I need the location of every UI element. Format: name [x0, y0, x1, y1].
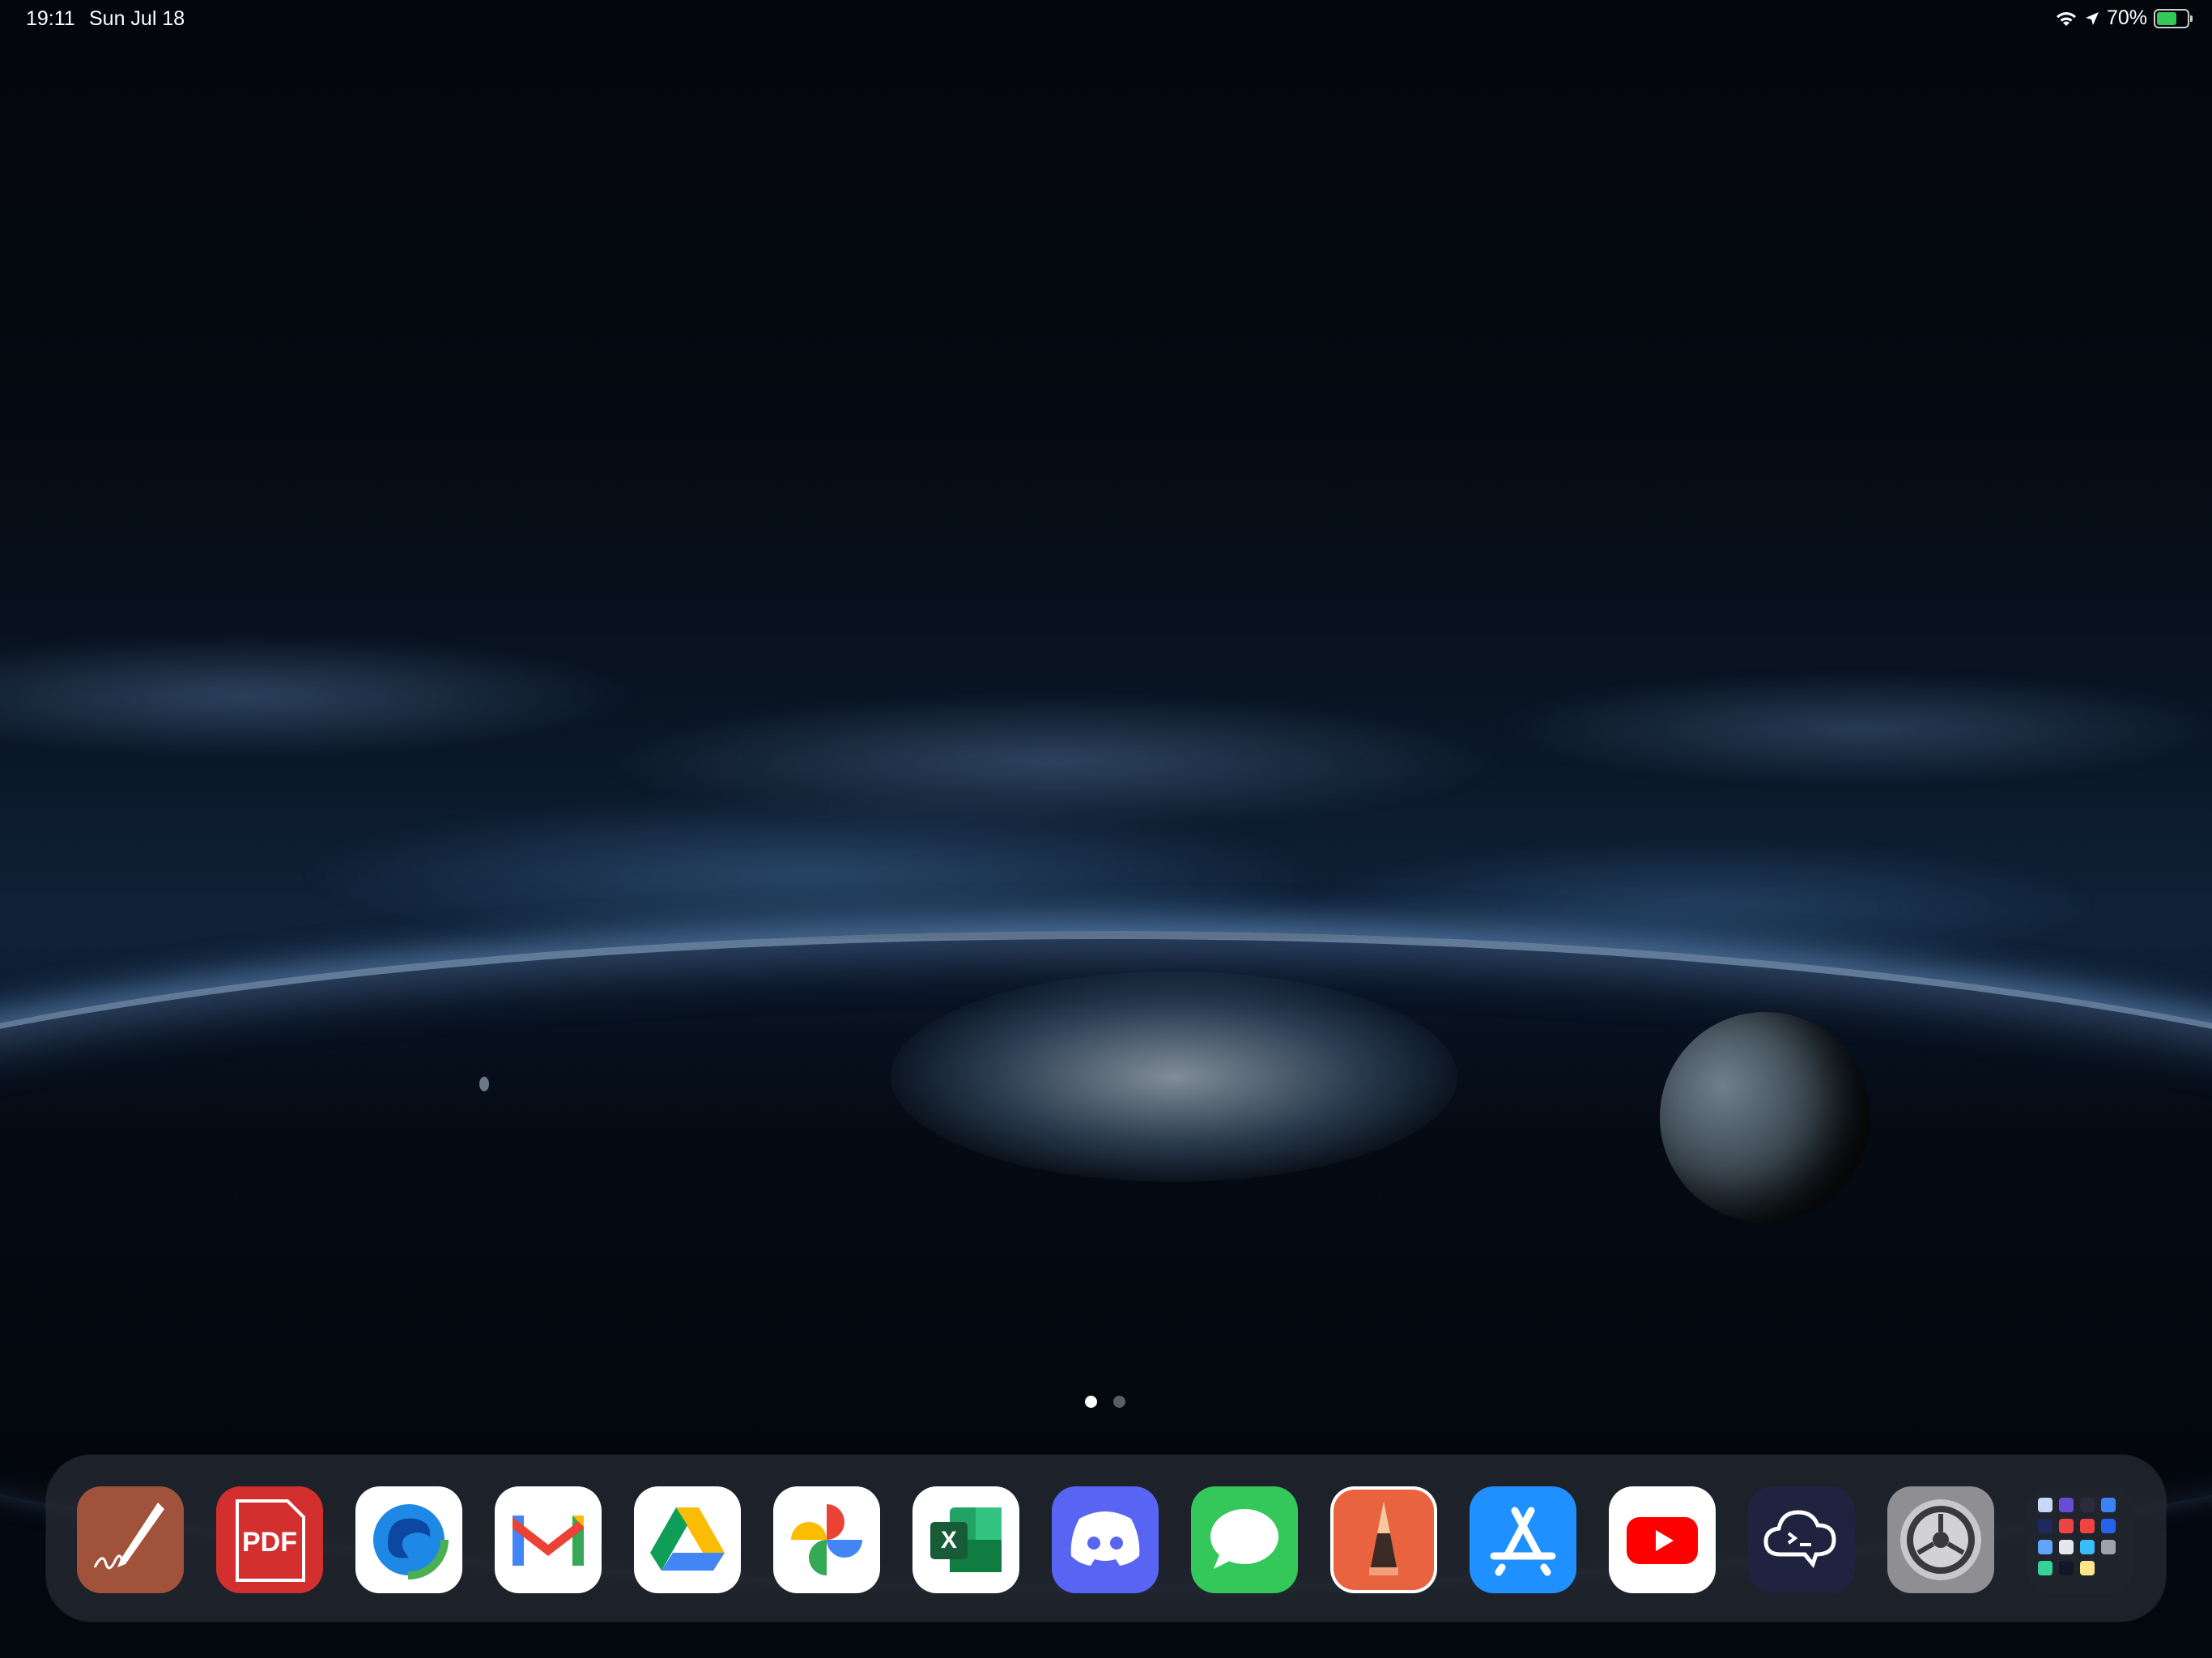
battery-charging-icon — [2154, 8, 2193, 28]
app-library-icon — [2027, 1486, 2133, 1593]
location-arrow-icon — [2085, 11, 2099, 25]
app-google-photos[interactable] — [773, 1486, 880, 1593]
google-photos-icon — [773, 1486, 880, 1593]
google-drive-icon — [634, 1486, 741, 1593]
app-messages[interactable] — [1191, 1486, 1298, 1593]
wallpaper-sunrise-glow — [891, 971, 1457, 1182]
app-settings[interactable] — [1887, 1486, 1994, 1593]
pdf-icon: PDF — [216, 1486, 323, 1593]
battery-nub — [2190, 15, 2193, 22]
edge-icon — [355, 1486, 462, 1593]
app-discord[interactable] — [1052, 1486, 1159, 1593]
youtube-icon — [1609, 1486, 1716, 1593]
app-store-icon — [1470, 1486, 1576, 1593]
pdf-label: PDF — [242, 1527, 297, 1558]
wallpaper — [0, 0, 2212, 1658]
app-app-store[interactable] — [1470, 1486, 1576, 1593]
app-youtube[interactable] — [1609, 1486, 1716, 1593]
app-library[interactable] — [2027, 1486, 2133, 1593]
wallpaper-small-moon — [479, 1077, 489, 1091]
app-gmail[interactable] — [495, 1486, 602, 1593]
wifi-icon — [2056, 11, 2076, 26]
gmail-icon — [495, 1486, 602, 1593]
app-sketchbook[interactable] — [1330, 1486, 1437, 1593]
messages-icon — [1191, 1486, 1298, 1593]
status-bar: 19:11 Sun Jul 18 70% — [0, 0, 2212, 39]
pencil-icon — [1330, 1486, 1437, 1593]
excel-label: X — [941, 1527, 957, 1554]
app-terminus[interactable] — [1748, 1486, 1855, 1593]
battery-fill — [2157, 11, 2176, 25]
status-indicators: 70% — [2055, 6, 2193, 30]
app-notes-writer[interactable] — [77, 1486, 184, 1593]
page-indicator[interactable] — [1085, 1396, 1125, 1408]
wallpaper-moon — [1660, 1012, 1870, 1222]
excel-icon: X — [912, 1486, 1019, 1593]
app-excel[interactable]: X — [912, 1486, 1019, 1593]
terminal-cloud-icon — [1748, 1486, 1855, 1593]
page-dot-2[interactable] — [1113, 1396, 1125, 1408]
discord-icon — [1052, 1486, 1159, 1593]
app-google-drive[interactable] — [634, 1486, 741, 1593]
gear-icon — [1887, 1486, 1994, 1593]
app-edge[interactable] — [355, 1486, 462, 1593]
pen-signature-icon — [77, 1486, 184, 1593]
status-time: 19:11 — [26, 7, 75, 30]
app-pdf[interactable]: PDF — [216, 1486, 323, 1593]
page-dot-1[interactable] — [1085, 1396, 1097, 1408]
status-date: Sun Jul 18 — [89, 7, 185, 30]
battery-percent: 70% — [2106, 6, 2147, 29]
